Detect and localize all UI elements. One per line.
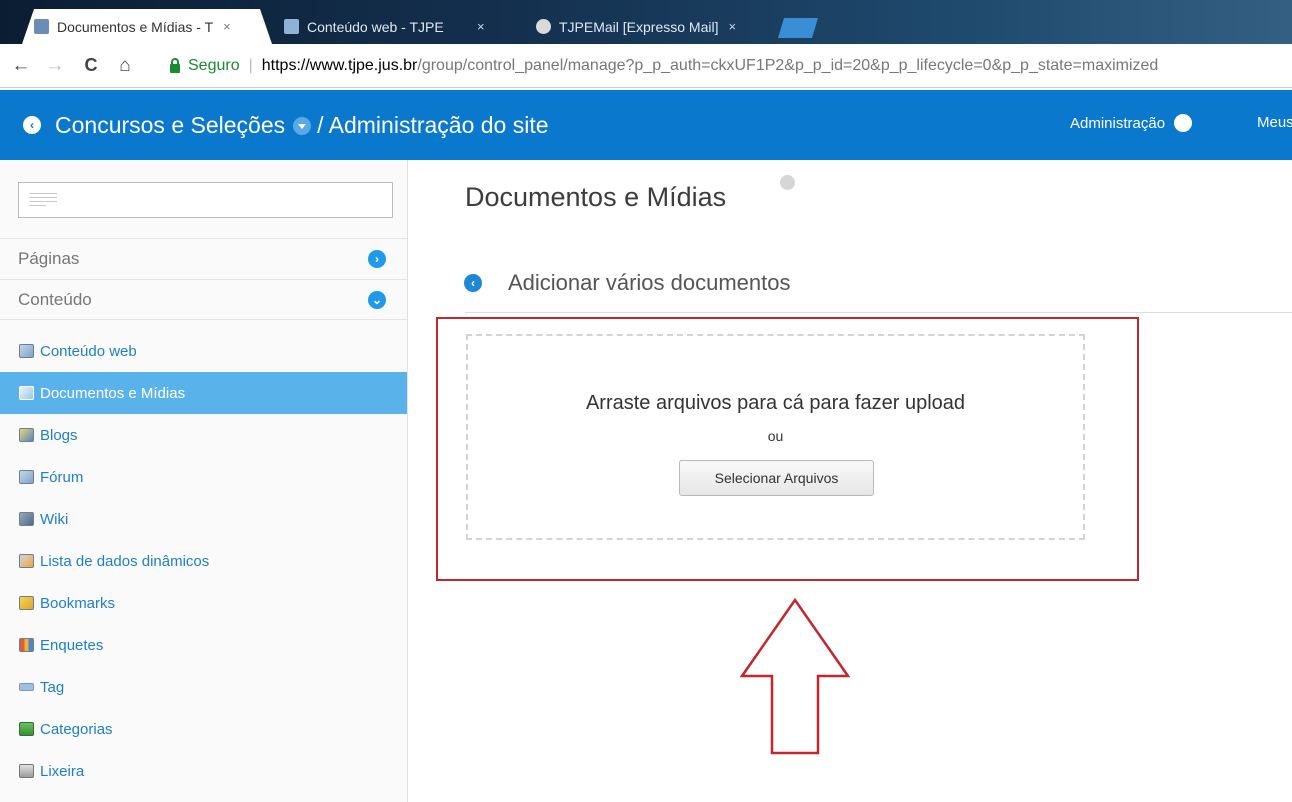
sidebar-item-bookmarks[interactable]: Bookmarks — [0, 582, 407, 624]
browser-tab-documentos[interactable]: Documentos e Mídias - T × — [22, 9, 272, 44]
back-circle-icon[interactable]: ‹ — [464, 274, 482, 292]
liferay-favicon-icon — [34, 19, 49, 34]
reload-icon[interactable]: C — [78, 55, 104, 76]
home-icon[interactable]: ⌂ — [112, 55, 138, 77]
browser-tab-tjpemail[interactable]: TJPEMail [Expresso Mail] × — [524, 9, 774, 44]
annotation-arrow-up-icon — [740, 598, 850, 755]
sidebar-nav-list: Conteúdo web Documentos e Mídias Blogs F… — [0, 330, 407, 792]
sidebar-item-categorias[interactable]: Categorias — [0, 708, 407, 750]
bookmarks-icon — [19, 596, 34, 610]
site-title: Concursos e Seleções / Administração do s… — [55, 112, 549, 139]
section-label: Conteúdo — [18, 289, 92, 309]
help-icon[interactable] — [780, 175, 795, 190]
upload-dropzone[interactable]: Arraste arquivos para cá para fazer uplo… — [466, 334, 1085, 540]
browser-tab-strip: Documentos e Mídias - T × Conteúdo web -… — [0, 0, 1292, 44]
back-arrow-icon[interactable]: ← — [8, 55, 34, 77]
trash-icon — [19, 764, 34, 778]
sidebar-item-documentos-e-midias[interactable]: Documentos e Mídias — [0, 372, 407, 414]
back-circle-icon[interactable]: ‹ — [23, 116, 41, 134]
sidebar-item-conteudo-web[interactable]: Conteúdo web — [0, 330, 407, 372]
mail-favicon-icon — [536, 19, 551, 34]
url-path: /group/control_panel/manage?p_p_auth=ckx… — [417, 57, 1159, 74]
sidebar-item-label: Lixeira — [40, 762, 85, 780]
documents-icon — [19, 386, 34, 400]
search-lines-icon — [29, 193, 57, 209]
sidebar-item-label: Categorias — [40, 720, 113, 738]
browser-toolbar: ← → C ⌂ Seguro | https://www.tjpe.jus.br… — [0, 44, 1292, 88]
sidebar-item-wiki[interactable]: Wiki — [0, 498, 407, 540]
chevron-right-icon[interactable]: › — [368, 250, 386, 268]
sidebar-item-tag[interactable]: Tag — [0, 666, 407, 708]
dropzone-instruction: Arraste arquivos para cá para fazer uplo… — [585, 392, 966, 414]
sidebar-item-label: Bookmarks — [40, 594, 116, 612]
forum-icon — [19, 470, 34, 484]
sidebar-item-enquetes[interactable]: Enquetes — [0, 624, 407, 666]
close-tab-icon[interactable]: × — [728, 19, 736, 34]
security-label: Seguro — [188, 57, 240, 74]
dropzone-or: ou — [767, 428, 784, 444]
subheader: ‹ Adicionar vários documentos — [464, 270, 790, 296]
wiki-icon — [19, 512, 34, 526]
admin-menu[interactable]: Administração — [1070, 114, 1198, 132]
sidebar-item-label: Enquetes — [40, 636, 104, 654]
chevron-down-icon[interactable] — [293, 117, 312, 136]
sidebar-item-label: Documentos e Mídias — [40, 384, 186, 402]
categories-icon — [19, 722, 34, 736]
tab-title: Documentos e Mídias - T — [57, 18, 214, 35]
sidebar-item-label: Wiki — [40, 510, 69, 528]
chevron-down-icon[interactable]: ⌄ — [368, 290, 386, 309]
dynamic-data-list-icon — [19, 554, 34, 568]
sidebar-item-blogs[interactable]: Blogs — [0, 414, 407, 456]
select-files-button[interactable]: Selecionar Arquivos — [679, 460, 874, 496]
sidebar-section-paginas[interactable]: Páginas › — [0, 238, 407, 279]
site-section: Administração do site — [328, 111, 549, 138]
sidebar-item-lista-de-dados-dinamicos[interactable]: Lista de dados dinâmicos — [0, 540, 407, 582]
my-menu[interactable]: Meus — [1257, 114, 1292, 131]
address-bar[interactable]: Seguro | https://www.tjpe.jus.br /group/… — [170, 52, 1292, 80]
title-separator: / — [317, 111, 324, 138]
sidebar-item-label: Conteúdo web — [40, 342, 137, 360]
tab-title: TJPEMail [Expresso Mail] — [559, 18, 719, 35]
sidebar: Páginas › Conteúdo ⌄ Conteúdo web Docume… — [0, 160, 408, 802]
admin-menu-label: Administração — [1070, 114, 1166, 132]
web-content-icon — [19, 344, 34, 358]
close-tab-icon[interactable]: × — [223, 19, 231, 34]
forward-arrow-icon[interactable]: → — [42, 55, 68, 77]
sidebar-item-label: Fórum — [40, 468, 84, 486]
new-tab-button[interactable] — [778, 18, 818, 38]
polls-icon — [19, 638, 34, 652]
sidebar-item-lixeira[interactable]: Lixeira — [0, 750, 407, 792]
sidebar-item-label: Blogs — [40, 426, 78, 444]
close-tab-icon[interactable]: × — [477, 19, 485, 34]
tag-icon — [19, 683, 34, 691]
page-title: Documentos e Mídias — [465, 182, 727, 212]
subheader-title: Adicionar vários documentos — [508, 270, 791, 295]
blogs-icon — [19, 428, 34, 442]
url-separator: | — [248, 57, 253, 74]
sidebar-section-conteudo[interactable]: Conteúdo ⌄ — [0, 279, 407, 320]
sidebar-item-label: Lista de dados dinâmicos — [40, 552, 210, 570]
sidebar-item-label: Tag — [40, 678, 65, 696]
tab-title: Conteúdo web - TJPE — [307, 18, 444, 35]
sidebar-item-forum[interactable]: Fórum — [0, 456, 407, 498]
browser-tab-conteudo-web[interactable]: Conteúdo web - TJPE × — [272, 9, 524, 44]
liferay-favicon-icon — [284, 19, 299, 34]
sidebar-search-input[interactable] — [18, 182, 393, 218]
url-host: https://www.tjpe.jus.br — [261, 57, 418, 74]
chevron-down-icon — [1174, 114, 1193, 132]
site-name[interactable]: Concursos e Seleções — [55, 112, 285, 138]
section-label: Páginas — [18, 249, 80, 268]
site-header: ‹ Concursos e Seleções / Administração do… — [0, 90, 1292, 160]
lock-icon — [170, 57, 180, 73]
divider — [465, 312, 1292, 313]
